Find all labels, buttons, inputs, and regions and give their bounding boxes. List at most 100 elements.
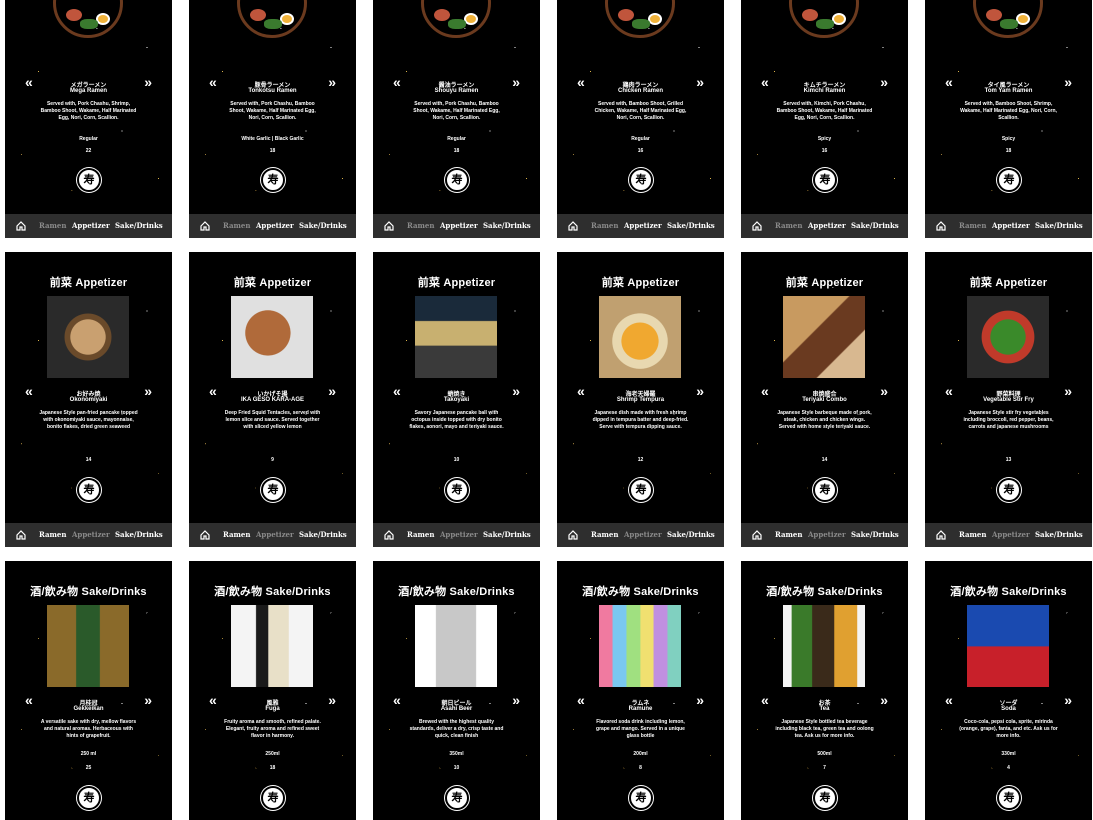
item-en-name: Okonomiyaki [69, 397, 108, 403]
restaurant-logo [997, 786, 1021, 810]
nav-drinks[interactable]: Sake/Drinks [1035, 530, 1083, 539]
item-description: Served with, Bamboo Shoot, Grilled Chick… [594, 101, 687, 121]
nav-drinks[interactable]: Sake/Drinks [851, 221, 899, 230]
item-description: Fruity aroma and smooth, refined palate.… [224, 719, 321, 739]
item-option[interactable]: Spicy [741, 136, 908, 142]
item-en-name: Asahi Beer [440, 706, 473, 712]
nav-drinks[interactable]: Sake/Drinks [115, 530, 163, 539]
nav-drinks[interactable]: Sake/Drinks [667, 221, 715, 230]
item-price: 18 [1005, 148, 1012, 154]
nav-drinks[interactable]: Sake/Drinks [667, 530, 715, 539]
item-option[interactable]: Regular [5, 136, 172, 142]
nav-ramen[interactable]: Ramen [223, 530, 250, 539]
nav-appetizer[interactable]: Appetizer [72, 221, 110, 230]
section-heading: 前菜 Appetizer [49, 277, 128, 289]
nav-drinks[interactable]: Sake/Drinks [299, 221, 347, 230]
item-size: 330ml [1001, 751, 1016, 757]
home-icon[interactable] [567, 220, 579, 232]
home-icon[interactable] [15, 220, 27, 232]
item-description: Japanese Style pan-fried pancake topped … [39, 410, 138, 430]
item-en-name: Chicken Ramen [617, 88, 663, 94]
home-icon[interactable] [383, 220, 395, 232]
home-icon[interactable] [383, 529, 395, 541]
item-en-name: Shouyu Ramen [434, 88, 479, 94]
nav-ramen[interactable]: Ramen [39, 221, 66, 230]
item-description: Coco-cola, pepsi cola, sprite, mirinda (… [959, 719, 1058, 739]
item-en-name: Takoyaki [443, 397, 470, 403]
item-en-name: Mega Ramen [69, 88, 107, 94]
nav-drinks[interactable]: Sake/Drinks [851, 530, 899, 539]
nav-drinks[interactable]: Sake/Drinks [115, 221, 163, 230]
nav-ramen[interactable]: Ramen [959, 221, 986, 230]
item-description: Deep Fried Squid Tentacles, served with … [224, 410, 321, 430]
nav-ramen[interactable]: Ramen [407, 221, 434, 230]
item-en-name: Tea [819, 706, 830, 712]
menu-screen-ramen-5: « » キムチラーメン Kimchi Ramen Served with, Ki… [741, 0, 908, 238]
nav-appetizer[interactable]: Appetizer [624, 530, 662, 539]
nav-ramen[interactable]: Ramen [223, 221, 250, 230]
home-icon[interactable] [199, 529, 211, 541]
nav-appetizer[interactable]: Appetizer [256, 221, 294, 230]
nav-ramen[interactable]: Ramen [775, 530, 802, 539]
nav-appetizer[interactable]: Appetizer [624, 221, 662, 230]
ramen-photo [605, 0, 675, 38]
nav-drinks[interactable]: Sake/Drinks [483, 530, 531, 539]
bottom-navbar: Ramen Appetizer Sake/Drinks [741, 214, 908, 238]
restaurant-logo [77, 786, 101, 810]
home-icon[interactable] [751, 220, 763, 232]
nav-ramen[interactable]: Ramen [407, 530, 434, 539]
home-icon[interactable] [751, 529, 763, 541]
home-icon[interactable] [199, 220, 211, 232]
nav-ramen[interactable]: Ramen [39, 530, 66, 539]
item-description: Flavored soda drink including lemon, gra… [596, 719, 685, 739]
teriyaki-combo-photo [783, 296, 865, 378]
section-heading: 酒/飲み物 Sake/Drinks [30, 586, 147, 598]
menu-screen-appetizer-1: 前菜 Appetizer « » お好み焼 Okonomiyaki Japane… [5, 252, 172, 547]
item-option[interactable]: Regular [373, 136, 540, 142]
item-description: Served with, Pork Chashu, Bamboo Shoot, … [413, 101, 500, 121]
nav-appetizer[interactable]: Appetizer [992, 221, 1030, 230]
soda-cans-photo [967, 605, 1049, 687]
nav-drinks[interactable]: Sake/Drinks [299, 530, 347, 539]
gekkeikan-bottle-photo [47, 605, 129, 687]
nav-appetizer[interactable]: Appetizer [992, 530, 1030, 539]
menu-screen-appetizer-4: 前菜 Appetizer « » 海老天婦羅 Shrimp Tempura Ja… [557, 252, 724, 547]
restaurant-logo [997, 168, 1021, 192]
nav-appetizer[interactable]: Appetizer [808, 221, 846, 230]
item-option[interactable]: White Garlic | Black Garlic [189, 136, 356, 142]
menu-screen-drinks-4: 酒/飲み物 Sake/Drinks « » ラムネ Ramune Flavore… [557, 561, 724, 820]
item-option[interactable]: Regular [557, 136, 724, 142]
nav-drinks[interactable]: Sake/Drinks [483, 221, 531, 230]
nav-drinks[interactable]: Sake/Drinks [1035, 221, 1083, 230]
section-heading: 前菜 Appetizer [233, 277, 312, 289]
home-icon[interactable] [15, 529, 27, 541]
fuga-bottle-photo [231, 605, 313, 687]
squid-karaage-photo [231, 296, 313, 378]
home-icon[interactable] [935, 220, 947, 232]
home-icon[interactable] [935, 529, 947, 541]
item-en-name: Shrimp Tempura [616, 397, 665, 403]
item-description: Served with, Pork Chashu, Bamboo Shoot, … [229, 101, 316, 121]
nav-appetizer[interactable]: Appetizer [808, 530, 846, 539]
nav-appetizer[interactable]: Appetizer [256, 530, 294, 539]
item-price: 16 [821, 148, 828, 154]
nav-ramen[interactable]: Ramen [591, 530, 618, 539]
ramen-photo [53, 0, 123, 38]
nav-ramen[interactable]: Ramen [591, 221, 618, 230]
nav-ramen[interactable]: Ramen [775, 221, 802, 230]
nav-ramen[interactable]: Ramen [959, 530, 986, 539]
bottom-navbar: Ramen Appetizer Sake/Drinks [189, 214, 356, 238]
item-description: Brewed with the highest quality standard… [409, 719, 504, 739]
item-price: 7 [823, 765, 826, 771]
nav-appetizer[interactable]: Appetizer [72, 530, 110, 539]
home-icon[interactable] [567, 529, 579, 541]
item-option[interactable]: Spicy [925, 136, 1092, 142]
menu-screen-ramen-4: « » 鶏肉ラーメン Chicken Ramen Served with, Ba… [557, 0, 724, 238]
item-description: Served with, Pork Chashu, Shrimp, Bamboo… [40, 101, 137, 121]
nav-appetizer[interactable]: Appetizer [440, 221, 478, 230]
restaurant-logo [261, 478, 285, 502]
section-heading: 酒/飲み物 Sake/Drinks [398, 586, 515, 598]
item-description: Japanese dish made with fresh shrimp dip… [592, 410, 689, 430]
item-price: 9 [271, 457, 274, 463]
nav-appetizer[interactable]: Appetizer [440, 530, 478, 539]
